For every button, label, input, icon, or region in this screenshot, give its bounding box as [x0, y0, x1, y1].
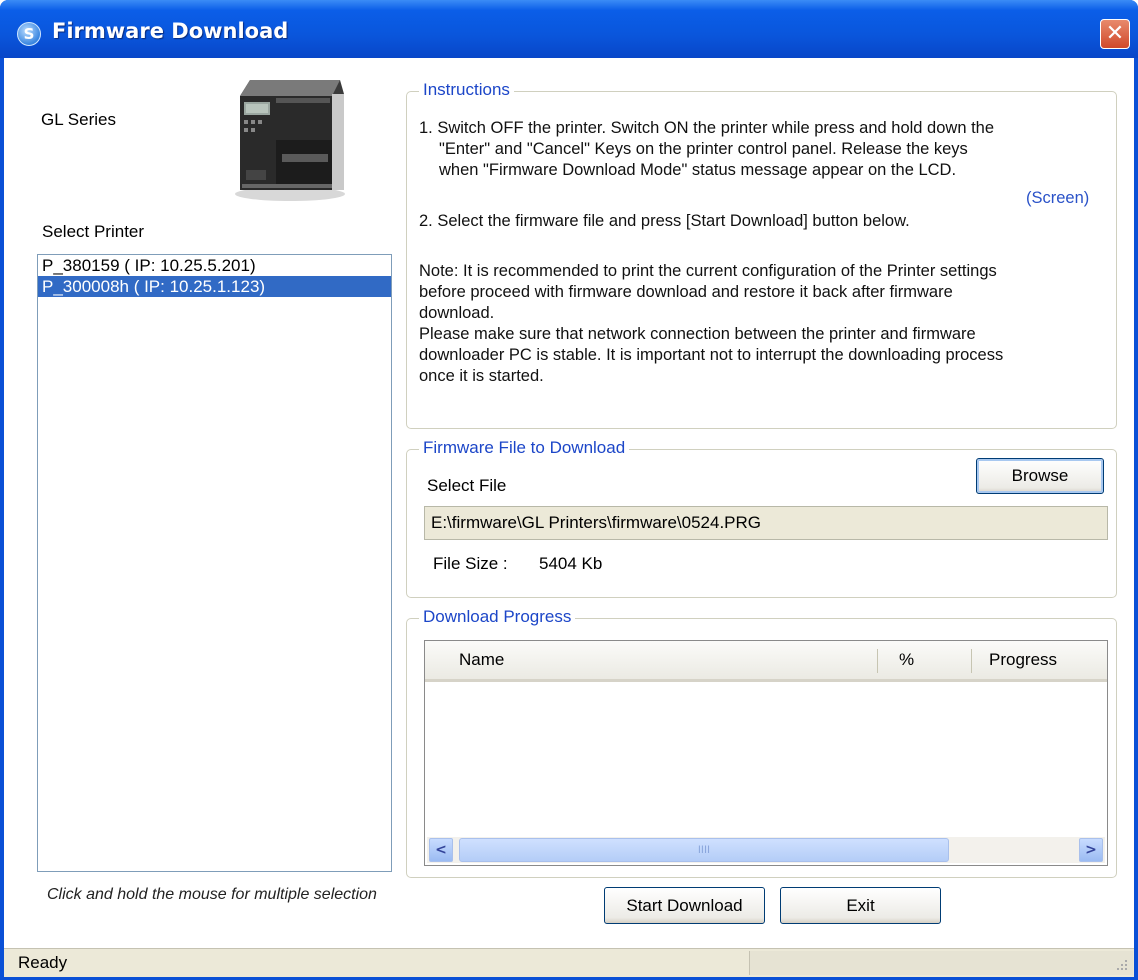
scroll-right-icon[interactable]: > — [1079, 838, 1103, 862]
status-text: Ready — [18, 953, 68, 972]
column-header-name[interactable]: Name — [459, 641, 504, 679]
client-area: GL Series Select Printer P_380159 ( IP: … — [4, 58, 1134, 977]
note-line: download. — [419, 304, 495, 322]
download-progress-title: Download Progress — [419, 607, 576, 627]
printer-list-item[interactable]: P_300008h ( IP: 10.25.1.123) — [38, 276, 391, 297]
column-header-progress[interactable]: Progress — [989, 641, 1057, 679]
list-header: Name % Progress — [425, 641, 1107, 682]
firmware-download-window: S Firmware Download ✕ GL Series Select P — [0, 0, 1138, 980]
file-size-value: 5404 Kb — [539, 554, 603, 573]
close-button[interactable]: ✕ — [1100, 19, 1130, 49]
browse-button[interactable]: Browse — [976, 458, 1104, 494]
status-pane — [749, 951, 1133, 975]
instruction-step1-line3: when "Firmware Download Mode" status mes… — [439, 161, 957, 179]
printer-listbox[interactable]: P_380159 ( IP: 10.25.5.201) P_300008h ( … — [37, 254, 392, 872]
note-line: downloader PC is stable. It is important… — [419, 346, 1004, 364]
column-divider[interactable] — [971, 649, 972, 673]
download-list-view[interactable]: Name % Progress < IIII > — [424, 640, 1108, 866]
title-bar[interactable]: S Firmware Download ✕ — [0, 0, 1138, 58]
instruction-step1-line1: 1. Switch OFF the printer. Switch ON the… — [419, 119, 995, 137]
column-header-percent[interactable]: % — [899, 641, 914, 679]
instruction-step2: 2. Select the firmware file and press [S… — [419, 212, 910, 230]
note-line: Note: It is recommended to print the cur… — [419, 262, 997, 280]
app-icon: S — [17, 22, 41, 46]
exit-button[interactable]: Exit — [780, 887, 941, 924]
status-bar: Ready — [4, 948, 1134, 977]
screen-link[interactable]: (Screen) — [1026, 188, 1089, 209]
window-title: Firmware Download — [52, 19, 289, 43]
series-label: GL Series — [41, 110, 116, 129]
start-download-button[interactable]: Start Download — [604, 887, 765, 924]
instructions-title: Instructions — [419, 80, 514, 100]
printer-image — [235, 80, 345, 201]
note-line: before proceed with firmware download an… — [419, 283, 953, 301]
note-line: Please make sure that network connection… — [419, 325, 976, 343]
printer-list-item[interactable]: P_380159 ( IP: 10.25.5.201) — [38, 255, 391, 276]
firmware-file-title: Firmware File to Download — [419, 438, 630, 458]
select-printer-label: Select Printer — [42, 222, 145, 241]
multi-select-hint: Click and hold the mouse for multiple se… — [47, 886, 377, 903]
column-divider[interactable] — [877, 649, 878, 673]
select-file-label: Select File — [427, 476, 507, 495]
horizontal-scrollbar[interactable]: < IIII > — [427, 837, 1105, 863]
scroll-thumb[interactable]: IIII — [459, 838, 949, 862]
file-path-field: E:\firmware\GL Printers\firmware\0524.PR… — [424, 506, 1108, 540]
instruction-step1-line2: "Enter" and "Cancel" Keys on the printer… — [439, 140, 968, 158]
scroll-left-icon[interactable]: < — [429, 838, 453, 862]
resize-grip-icon[interactable] — [1115, 958, 1129, 972]
note-line: once it is started. — [419, 367, 544, 385]
file-size-label: File Size : — [433, 554, 508, 573]
